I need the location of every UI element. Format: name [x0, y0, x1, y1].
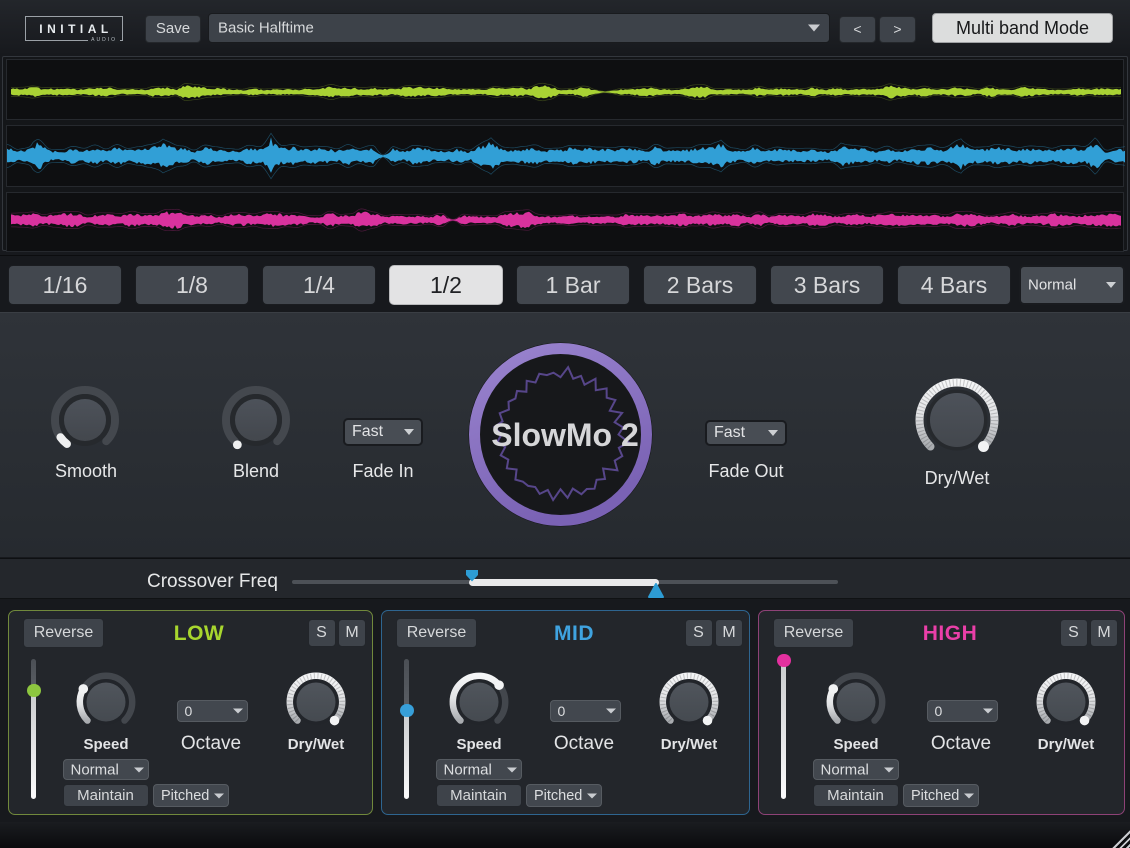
svg-text:SlowMo 2: SlowMo 2 — [491, 417, 639, 453]
